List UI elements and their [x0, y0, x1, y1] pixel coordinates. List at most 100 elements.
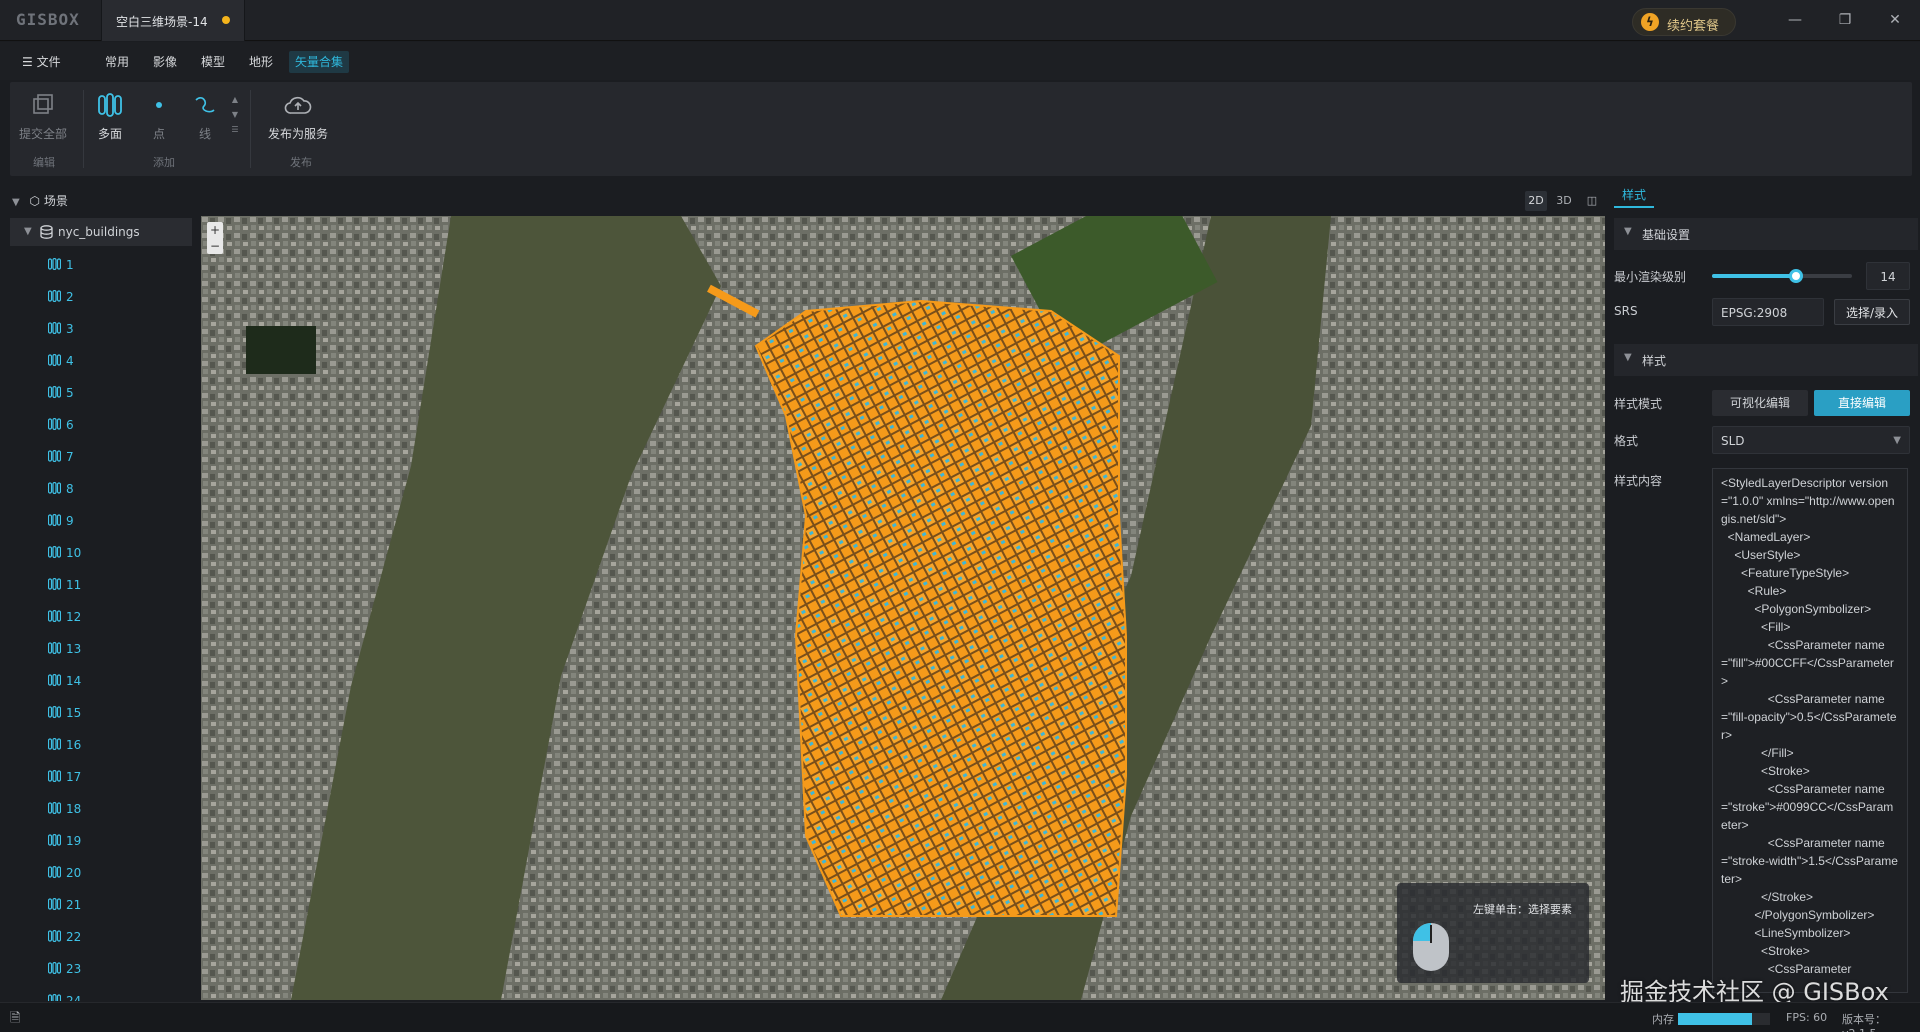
layer-item[interactable]: 16 — [48, 738, 81, 756]
tab-terrain[interactable]: 地形 — [243, 51, 279, 73]
restore-button[interactable]: ❐ — [1832, 8, 1858, 32]
layer-item[interactable]: 13 — [48, 642, 81, 660]
renew-plan-button[interactable]: ϟ 续约套餐 — [1632, 8, 1736, 36]
layer-item[interactable]: 18 — [48, 802, 81, 820]
layer-item[interactable]: 23 — [48, 962, 81, 980]
layer-item-label: 15 — [66, 706, 82, 720]
tab-imagery[interactable]: 影像 — [147, 51, 183, 73]
publish-service-button[interactable]: 发布为服务 — [258, 92, 338, 142]
map-view[interactable]: + − — [201, 216, 1605, 1000]
view-2d-button[interactable]: 2D — [1525, 191, 1547, 211]
chevron-up-icon[interactable]: ▲ — [228, 92, 242, 107]
menu-bar: ☰ 文件 常用 影像 模型 地形 矢量合集 — [0, 42, 1920, 80]
tab-vector[interactable]: 矢量合集 — [289, 51, 350, 73]
layer-item[interactable]: 22 — [48, 930, 81, 948]
style-section-header[interactable]: ▼ 样式 — [1614, 344, 1918, 376]
group-add-label: 添加 — [153, 156, 175, 169]
scene-header[interactable]: ▼ ⬡ 场景 — [12, 192, 68, 209]
layer-item-label: 5 — [66, 386, 74, 400]
polygon-icon — [48, 962, 61, 974]
tab-common[interactable]: 常用 — [99, 51, 135, 73]
layer-item-label: 2 — [66, 290, 74, 304]
mouse-icon — [1413, 923, 1449, 971]
layer-item[interactable]: 5 — [48, 386, 74, 404]
style-content-label: 样式内容 — [1614, 474, 1663, 488]
style-content-text[interactable]: <StyledLayerDescriptor version="1.0.0" x… — [1713, 469, 1907, 983]
layer-item-label: 6 — [66, 418, 74, 432]
polygon-icon — [48, 322, 61, 334]
tab-model[interactable]: 模型 — [195, 51, 231, 73]
caret-down-icon: ▼ — [12, 197, 20, 208]
srs-input[interactable]: EPSG:2908 — [1712, 298, 1824, 326]
polygon-icon — [48, 290, 61, 302]
scene-header-label: 场景 — [43, 194, 68, 208]
layer-item[interactable]: 11 — [48, 578, 81, 596]
document-tab-title: 空白三维场景-14 — [116, 15, 208, 29]
log-icon[interactable]: 🗎 — [10, 1009, 20, 1031]
layer-item[interactable]: 20 — [48, 866, 81, 884]
layer-item[interactable]: 24 — [48, 994, 81, 1001]
ribbon-scroll[interactable]: ▲ ▼ ☰ — [228, 92, 242, 137]
satellite-map[interactable] — [201, 216, 1605, 1000]
caret-down-icon: ▼ — [24, 226, 32, 237]
point-label: 点 — [152, 127, 165, 141]
layer-item-label: 20 — [66, 866, 82, 880]
layer-row-nyc-buildings[interactable]: ▼ nyc_buildings — [10, 218, 192, 246]
tab-style[interactable]: 样式 — [1614, 186, 1654, 208]
split-view-button[interactable]: ◫ — [1581, 191, 1603, 211]
layer-item[interactable]: 8 — [48, 482, 74, 500]
close-button[interactable]: ✕ — [1882, 8, 1908, 32]
submit-all-button[interactable]: 提交全部 — [18, 92, 68, 142]
style-content-editor[interactable]: <StyledLayerDescriptor version="1.0.0" x… — [1712, 468, 1908, 993]
unsaved-dot — [222, 16, 230, 24]
layer-item[interactable]: 21 — [48, 898, 81, 916]
layer-item-label: 1 — [66, 258, 74, 272]
visual-edit-button[interactable]: 可视化编辑 — [1712, 390, 1808, 416]
polygon-icon — [98, 93, 122, 117]
layer-item[interactable]: 7 — [48, 450, 74, 468]
add-point-button[interactable]: 点 — [144, 92, 174, 142]
layer-item[interactable]: 6 — [48, 418, 74, 436]
style-mode-label: 样式模式 — [1614, 397, 1663, 411]
layer-item[interactable]: 4 — [48, 354, 74, 372]
layer-item[interactable]: 3 — [48, 322, 74, 340]
expand-icon[interactable]: ☰ — [228, 122, 242, 137]
srs-select-button[interactable]: 选择/录入 — [1834, 299, 1910, 325]
format-select[interactable]: SLD ▼ — [1712, 426, 1910, 454]
layer-item[interactable]: 10 — [48, 546, 81, 564]
basic-settings-header[interactable]: ▼ 基础设置 — [1614, 218, 1918, 250]
layer-item[interactable]: 17 — [48, 770, 81, 788]
min-level-input[interactable]: 14 — [1866, 262, 1910, 290]
layer-item[interactable]: 9 — [48, 514, 74, 532]
lightning-icon: ϟ — [1641, 13, 1659, 31]
layer-item[interactable]: 2 — [48, 290, 74, 308]
layer-item[interactable]: 14 — [48, 674, 81, 692]
min-level-slider[interactable] — [1712, 269, 1852, 283]
polygon-icon — [48, 898, 61, 910]
layer-item[interactable]: 1 — [48, 258, 74, 276]
layer-item-label: 10 — [66, 546, 82, 560]
nyc-buildings-layer[interactable] — [754, 299, 1127, 917]
layer-item-label: 19 — [66, 834, 82, 848]
ribbon-toolbar: 提交全部 编辑 多面 点 线 ▲ ▼ ☰ 添加 发布为服务 发布 — [10, 82, 1912, 176]
layer-item[interactable]: 12 — [48, 610, 81, 628]
memory-bar — [1678, 1013, 1770, 1025]
add-polygon-button[interactable]: 多面 — [90, 92, 130, 142]
document-tab[interactable]: 空白三维场景-14 — [101, 0, 245, 41]
zoom-in-button[interactable]: + — [207, 222, 223, 238]
polygon-icon — [48, 578, 61, 590]
layer-item[interactable]: 19 — [48, 834, 81, 852]
layer-item[interactable]: 15 — [48, 706, 81, 724]
group-edit-label: 编辑 — [33, 156, 55, 169]
minimize-button[interactable]: — — [1782, 8, 1808, 32]
layer-item-label: 3 — [66, 322, 74, 336]
file-menu[interactable]: ☰ 文件 — [16, 51, 67, 73]
memory-bar-fill — [1678, 1013, 1752, 1025]
chevron-down-icon[interactable]: ▼ — [228, 107, 242, 122]
direct-edit-button[interactable]: 直接编辑 — [1814, 390, 1910, 416]
slider-thumb[interactable] — [1789, 269, 1803, 283]
zoom-out-button[interactable]: − — [207, 238, 223, 254]
polygon-icon — [48, 386, 61, 398]
view-3d-button[interactable]: 3D — [1553, 191, 1575, 211]
add-line-button[interactable]: 线 — [190, 92, 220, 142]
